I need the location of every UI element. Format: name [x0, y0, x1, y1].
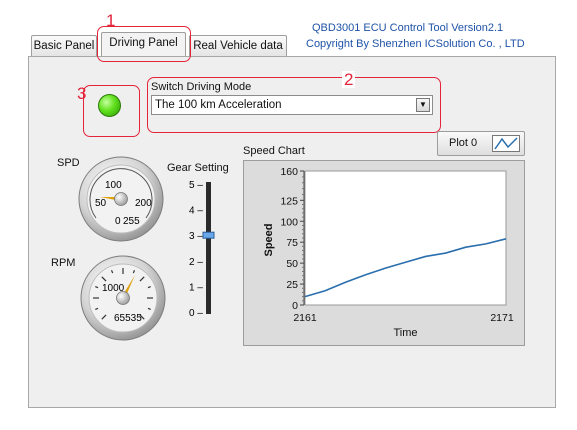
x-tick-label-start: 2161	[293, 312, 317, 324]
copyright-text: Copyright By Shenzhen ICSolution Co. , L…	[306, 38, 525, 50]
driving-mode-label: Switch Driving Mode	[151, 81, 252, 93]
gear-tick-label: 0 –	[189, 308, 203, 319]
gear-slider-thumb[interactable]	[202, 231, 215, 239]
dropdown-arrow-icon[interactable]: ▼	[416, 98, 430, 112]
y-tick-label: 100	[280, 216, 298, 228]
callout-number-2: 2	[342, 70, 356, 89]
y-tick-label: 25	[286, 279, 298, 291]
spd-tick-100: 100	[105, 180, 122, 191]
gear-slider-track	[206, 182, 211, 314]
driving-mode-dropdown[interactable]: The 100 km Acceleration ▼	[151, 95, 433, 115]
led-indicator-icon	[98, 94, 121, 117]
gear-setting-label: Gear Setting	[167, 162, 229, 174]
spd-tick-50: 50	[95, 198, 107, 209]
y-tick-label: 125	[280, 195, 298, 207]
gear-tick-label: 4 –	[189, 206, 203, 217]
gear-setting-slider[interactable]: 5 – 4 – 3 – 2 – 1 – 0 –	[186, 180, 226, 322]
gear-tick-label: 1 –	[189, 282, 203, 293]
plot-line-swatch-icon	[492, 135, 520, 152]
rpm-knob	[116, 291, 130, 305]
y-tick-label: 75	[286, 237, 298, 249]
speed-chart-title: Speed Chart	[243, 145, 305, 157]
speed-chart-canvas: 0 25 50 75 100 125 160 2161 2171 Time Speed	[263, 166, 514, 339]
y-tick-label: 160	[280, 166, 298, 178]
chart-plot-area	[304, 170, 507, 306]
callout-number-3: 3	[77, 84, 87, 103]
gear-tick-label: 5 –	[189, 180, 203, 191]
spd-label: SPD	[57, 157, 80, 169]
rpm-gauge: 1000 65535	[80, 255, 166, 341]
gear-tick-label: 3 –	[189, 231, 203, 242]
speed-chart: 0 25 50 75 100 125 160 2161 2171 Time Speed	[243, 160, 525, 346]
spd-tick-200: 200	[135, 198, 152, 209]
callout-box-1	[97, 26, 191, 62]
spd-tick-0: 0	[115, 216, 121, 227]
spd-knob	[114, 192, 128, 206]
y-tick-label: 50	[286, 258, 298, 270]
plot-legend-label: Plot 0	[449, 137, 478, 149]
y-tick-label: 0	[292, 300, 298, 312]
tab-real-vehicle-data[interactable]: Real Vehicle data	[189, 35, 287, 57]
spd-tick-255: 255	[123, 216, 140, 227]
x-axis-label: Time	[393, 327, 417, 339]
spd-gauge: 50 100 200 0 255	[78, 156, 164, 242]
gear-tick-label: 2 –	[189, 257, 203, 268]
plot-legend-button[interactable]: Plot 0	[437, 131, 525, 156]
callout-number-1: 1	[106, 11, 116, 30]
driving-mode-selected-value: The 100 km Acceleration	[155, 99, 282, 111]
tab-basic-panel[interactable]: Basic Panel	[31, 35, 97, 57]
y-axis-label: Speed	[263, 223, 275, 256]
app-title: QBD3001 ECU Control Tool Version2.1	[312, 22, 504, 34]
rpm-label: RPM	[51, 257, 76, 269]
x-tick-label-end: 2171	[490, 312, 514, 324]
rpm-max-label: 65535	[114, 313, 142, 324]
